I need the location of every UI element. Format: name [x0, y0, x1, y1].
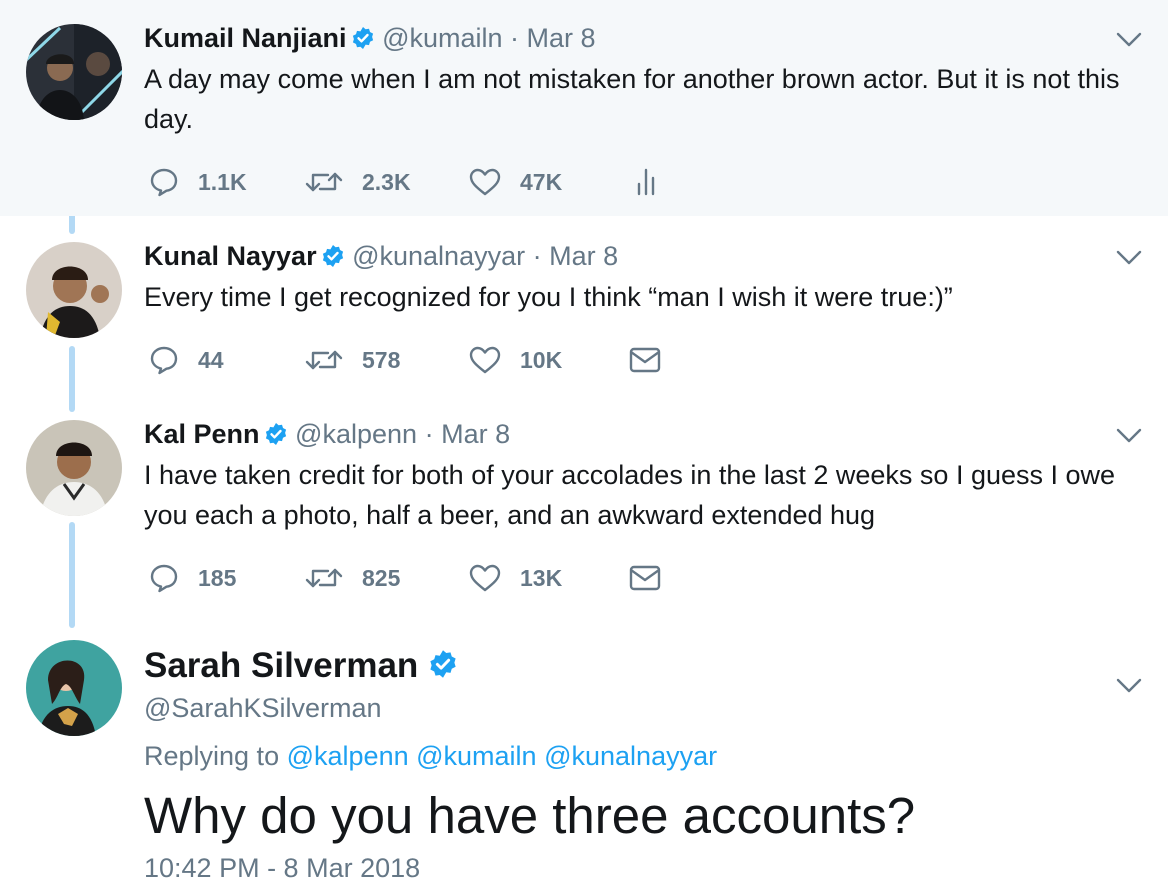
like-count: 13K: [520, 564, 563, 591]
mention-link[interactable]: @kalpenn: [287, 741, 409, 771]
chevron-down-icon[interactable]: [1116, 250, 1142, 266]
analytics-button[interactable]: [634, 164, 658, 200]
reply-button[interactable]: 44: [148, 342, 224, 378]
handle[interactable]: @kalpenn: [295, 419, 417, 449]
timestamp[interactable]: 10:42 PM - 8 Mar 2018: [144, 853, 420, 884]
avatar[interactable]: [26, 24, 122, 120]
tweet-text: I have taken credit for both of your acc…: [144, 460, 1116, 530]
avatar[interactable]: [26, 640, 122, 736]
tweet-text: Every time I get recognized for you I th…: [144, 282, 953, 312]
retweet-count: 578: [362, 346, 401, 373]
reply-button[interactable]: 1.1K: [148, 164, 247, 200]
verified-badge-icon: [321, 244, 345, 274]
main-tweet-text: Why do you have three accounts?: [144, 787, 916, 844]
tweet-date[interactable]: Mar 8: [527, 23, 596, 53]
chevron-down-icon[interactable]: [1116, 678, 1142, 694]
handle[interactable]: @SarahKSilverman: [144, 693, 382, 724]
mention-link[interactable]: @kunalnayyar: [544, 741, 717, 771]
reply-count: 44: [198, 346, 224, 373]
retweet-button[interactable]: 578: [304, 342, 400, 378]
retweet-count: 825: [362, 564, 401, 591]
tweet-date[interactable]: Mar 8: [549, 241, 618, 271]
avatar[interactable]: [26, 242, 122, 338]
display-name[interactable]: Kumail Nanjiani: [144, 23, 347, 53]
verified-badge-icon: [264, 422, 288, 452]
main-tweet: Sarah Silverman @SarahKSilverman Replyin…: [0, 630, 1168, 896]
separator: ·: [424, 419, 434, 449]
retweet-icon: [304, 344, 344, 376]
like-count: 47K: [520, 168, 563, 195]
direct-message-button[interactable]: [628, 560, 662, 596]
tweet-kumail[interactable]: Kumail Nanjiani @kumailn · Mar 8 A day m…: [0, 0, 1168, 216]
heart-icon: [468, 166, 502, 198]
heart-icon: [468, 562, 502, 594]
tweet-header: Kunal Nayyar @kunalnayyar · Mar 8: [144, 241, 618, 274]
like-button[interactable]: 10K: [468, 342, 562, 378]
verified-badge-icon: [428, 648, 458, 688]
tweet-kalpenn[interactable]: Kal Penn @kalpenn · Mar 8 I have taken c…: [0, 406, 1168, 630]
separator: ·: [510, 23, 520, 53]
main-display-name-row: Sarah Silverman: [144, 646, 458, 688]
reply-count: 185: [198, 564, 237, 591]
separator: ·: [532, 241, 542, 271]
display-name[interactable]: Kunal Nayyar: [144, 241, 317, 271]
analytics-icon: [634, 166, 658, 198]
verified-badge-icon: [351, 26, 375, 56]
retweet-button[interactable]: 2.3K: [304, 164, 411, 200]
direct-message-icon: [628, 344, 662, 376]
handle[interactable]: @kumailn: [382, 23, 502, 53]
like-button[interactable]: 47K: [468, 164, 562, 200]
mention-link[interactable]: @kumailn: [416, 741, 536, 771]
chevron-down-icon[interactable]: [1116, 32, 1142, 48]
tweet-kunal[interactable]: Kunal Nayyar @kunalnayyar · Mar 8 Every …: [0, 216, 1168, 406]
replying-to-label: Replying to: [144, 741, 280, 771]
reply-icon: [148, 344, 180, 376]
reply-button[interactable]: 185: [148, 560, 236, 596]
like-button[interactable]: 13K: [468, 560, 562, 596]
tweet-header: Kumail Nanjiani @kumailn · Mar 8: [144, 23, 596, 56]
handle[interactable]: @kunalnayyar: [352, 241, 525, 271]
display-name[interactable]: Kal Penn: [144, 419, 260, 449]
direct-message-button[interactable]: [628, 342, 662, 378]
retweet-button[interactable]: 825: [304, 560, 400, 596]
replying-to: Replying to @kalpenn @kumailn @kunalnayy…: [144, 741, 717, 772]
reply-icon: [148, 166, 180, 198]
display-name[interactable]: Sarah Silverman: [144, 646, 418, 685]
reply-icon: [148, 562, 180, 594]
tweet-header: Kal Penn @kalpenn · Mar 8: [144, 419, 510, 452]
retweet-icon: [304, 166, 344, 198]
direct-message-icon: [628, 562, 662, 594]
like-count: 10K: [520, 346, 563, 373]
tweet-date[interactable]: Mar 8: [441, 419, 510, 449]
tweet-text: A day may come when I am not mistaken fo…: [144, 64, 1120, 134]
heart-icon: [468, 344, 502, 376]
reply-count: 1.1K: [198, 168, 247, 195]
avatar[interactable]: [26, 420, 122, 516]
chevron-down-icon[interactable]: [1116, 428, 1142, 444]
retweet-icon: [304, 562, 344, 594]
retweet-count: 2.3K: [362, 168, 411, 195]
